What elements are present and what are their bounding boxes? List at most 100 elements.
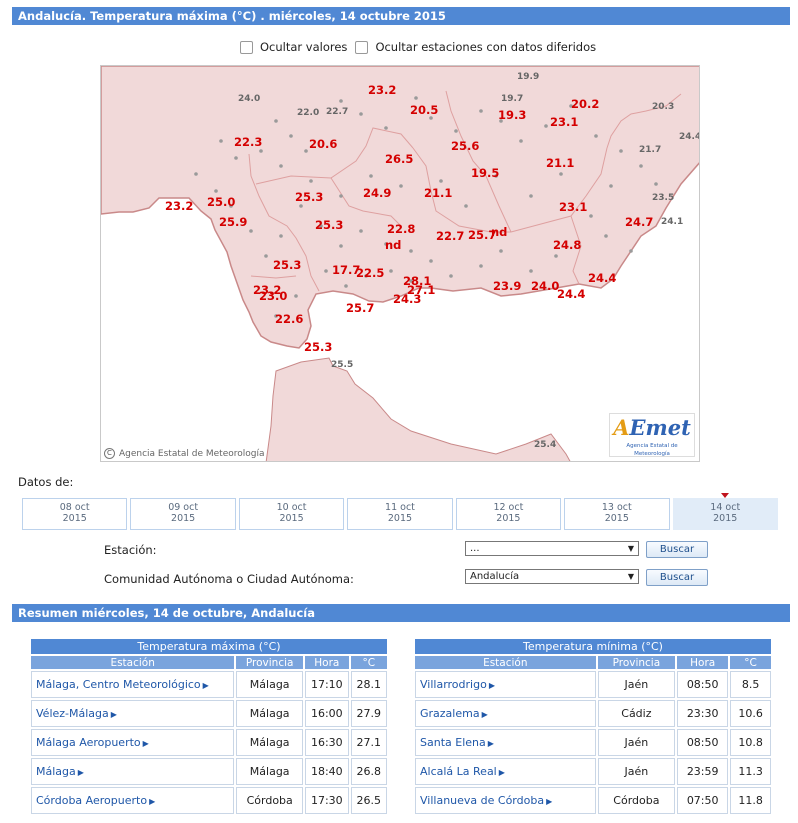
station-search-button[interactable]: Buscar	[646, 541, 708, 558]
aemet-logo-text: AEmet	[613, 415, 691, 440]
table-cell: 26.5	[350, 787, 387, 814]
map-value[interactable]: 20.5	[410, 104, 438, 116]
date-tab-active[interactable]: 14 oct 2015	[672, 493, 778, 530]
map-value[interactable]: 22.8	[387, 223, 415, 235]
column-header: Estación	[415, 656, 596, 669]
table-row: Málaga, Centro Meteorológico ▶ Málaga 17:10…	[31, 671, 387, 698]
map-value[interactable]: 24.3	[393, 293, 421, 305]
aemet-logo[interactable]: AEmet Agencia Estatal de Meteorología	[609, 413, 695, 457]
date-tab[interactable]: 13 oct 2015	[564, 498, 670, 530]
map-value[interactable]: 24.4	[557, 288, 585, 300]
hide-deferred-checkbox[interactable]	[355, 40, 369, 54]
date-tab[interactable]: 12 oct 2015	[455, 498, 562, 530]
map-value[interactable]: 22.5	[356, 267, 384, 279]
map-value[interactable]: 23.9	[493, 280, 521, 292]
table-row: Grazalema ▶ Cádiz 23:30 10.6	[415, 700, 771, 727]
date-tab[interactable]: 10 oct 2015	[238, 498, 345, 530]
table-cell: Córdoba	[236, 787, 304, 814]
map-value-grey[interactable]: 19.7	[501, 94, 523, 104]
map-value[interactable]: 25.3	[273, 259, 301, 271]
map-value[interactable]: 24.7	[625, 216, 653, 228]
map-value[interactable]: 25.3	[295, 191, 323, 203]
station-label: Estación:	[104, 543, 157, 557]
table-cell: 28.1	[350, 671, 387, 698]
map-value[interactable]: 23.2	[165, 200, 193, 212]
map-value[interactable]: 23.1	[559, 201, 587, 213]
station-link[interactable]: Santa Elena ▶	[415, 729, 596, 756]
table-cell: 08:50	[677, 671, 729, 698]
date-tab[interactable]: 09 oct 2015	[130, 498, 236, 530]
table-cell: Cádiz	[597, 700, 676, 727]
table-cell: 27.1	[350, 729, 387, 756]
map-value[interactable]: 25.7	[346, 302, 374, 314]
map-value[interactable]: nd	[491, 226, 507, 238]
map-value-grey[interactable]: 23.5	[652, 193, 674, 203]
map-value-grey[interactable]: 24.1	[661, 217, 683, 227]
date-tab[interactable]: 08 oct 2015	[22, 498, 128, 530]
community-select[interactable]: Andalucía ▼	[465, 569, 639, 584]
map-value[interactable]: 26.5	[385, 153, 413, 165]
table-row: Vélez-Málaga ▶ Málaga 16:00 27.9	[31, 700, 387, 727]
table-cell: Jaén	[597, 729, 676, 756]
date-tab[interactable]: 11 oct 2015	[347, 498, 453, 530]
table-cell: Málaga	[236, 758, 304, 785]
station-link[interactable]: Córdoba Aeropuerto ▶	[31, 787, 235, 814]
map-value[interactable]: 22.6	[275, 313, 303, 325]
table-row: Santa Elena ▶ Jaén 08:50 10.8	[415, 729, 771, 756]
table-cell: Málaga	[236, 671, 304, 698]
map-value[interactable]: 25.6	[451, 140, 479, 152]
map-value[interactable]: 24.0	[531, 280, 559, 292]
temperature-map[interactable]: 23.2 20.5 20.2 19.3 23.1 22.3 20.6 26.5 …	[100, 65, 700, 462]
station-link[interactable]: Alcalá La Real ▶	[415, 758, 596, 785]
table-row: Córdoba Aeropuerto ▶ Córdoba 17:30 26.5	[31, 787, 387, 814]
map-value[interactable]: nd	[385, 239, 401, 251]
map-value[interactable]: 22.7	[436, 230, 464, 242]
map-value[interactable]: 23.2	[368, 84, 396, 96]
map-value[interactable]: 25.3	[304, 341, 332, 353]
map-value-grey[interactable]: 22.0	[297, 108, 319, 118]
map-value[interactable]: 23.0	[259, 290, 287, 302]
map-value-grey[interactable]: 21.7	[639, 145, 661, 155]
map-value-grey[interactable]: 25.5	[331, 360, 353, 370]
station-link[interactable]: Málaga Aeropuerto ▶	[31, 729, 235, 756]
community-search-button[interactable]: Buscar	[646, 569, 708, 586]
station-select[interactable]: ... ▼	[465, 541, 639, 556]
map-value[interactable]: 21.1	[546, 157, 574, 169]
map-value[interactable]: 20.6	[309, 138, 337, 150]
hide-values-label: Ocultar valores	[260, 40, 348, 54]
station-link[interactable]: Grazalema ▶	[415, 700, 596, 727]
max-temperature-table: Temperatura máxima (°C) Estación Provinc…	[29, 637, 389, 816]
map-value[interactable]: 20.2	[571, 98, 599, 110]
table-cell: 10.6	[730, 700, 771, 727]
station-link[interactable]: Málaga, Centro Meteorológico ▶	[31, 671, 235, 698]
page-title: Andalucía. Temperatura máxima (°C) . mié…	[18, 9, 446, 23]
map-value[interactable]: 25.3	[315, 219, 343, 231]
station-link[interactable]: Málaga ▶	[31, 758, 235, 785]
map-value-grey[interactable]: 24.0	[238, 94, 260, 104]
column-header: Provincia	[236, 656, 304, 669]
hide-values-checkbox[interactable]	[240, 40, 253, 54]
map-value[interactable]: 24.8	[553, 239, 581, 251]
column-header: Estación	[31, 656, 235, 669]
station-link[interactable]: Vélez-Málaga ▶	[31, 700, 235, 727]
map-value[interactable]: 25.0	[207, 196, 235, 208]
map-value-grey[interactable]: 25.4	[534, 440, 556, 450]
map-value[interactable]: 19.5	[471, 167, 499, 179]
map-value[interactable]: 22.3	[234, 136, 262, 148]
map-value-grey[interactable]: 20.3	[652, 102, 674, 112]
table-cell: 16:30	[305, 729, 349, 756]
map-value[interactable]: 21.1	[424, 187, 452, 199]
station-link[interactable]: Villarrodrigo ▶	[415, 671, 596, 698]
map-value-grey[interactable]: 19.9	[517, 72, 539, 82]
map-value-grey[interactable]: 24.4	[679, 132, 699, 142]
station-link[interactable]: Villanueva de Córdoba ▶	[415, 787, 596, 814]
map-value[interactable]: 25.9	[219, 216, 247, 228]
date-selector: 08 oct 2015 09 oct 2015 10 oct 2015 11 oct 2…	[22, 493, 778, 530]
map-value[interactable]: 24.4	[588, 272, 616, 284]
map-value[interactable]: 19.3	[498, 109, 526, 121]
table-row: Málaga Aeropuerto ▶ Málaga 16:30 27.1	[31, 729, 387, 756]
map-value-grey[interactable]: 22.7	[326, 107, 348, 117]
map-value[interactable]: 23.1	[550, 116, 578, 128]
map-value[interactable]: 24.9	[363, 187, 391, 199]
column-header: Provincia	[597, 656, 676, 669]
